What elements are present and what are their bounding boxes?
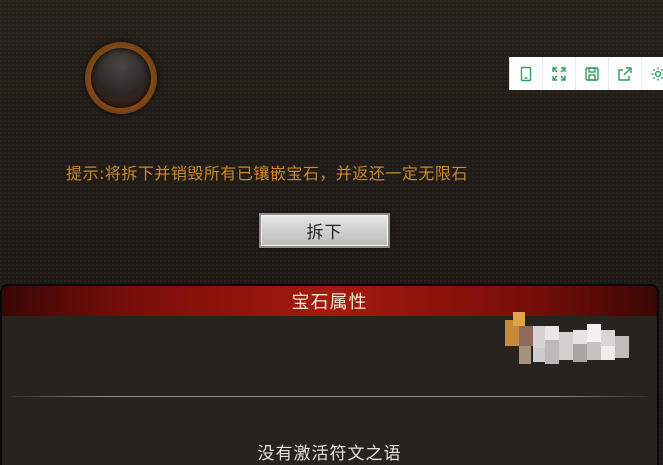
gem-socket-empty (91, 48, 151, 108)
save-icon (585, 66, 599, 81)
share-icon (618, 66, 632, 81)
tablet-icon (520, 66, 532, 81)
tablet-button[interactable] (510, 57, 543, 90)
mosaic-overlay (505, 312, 633, 372)
settings-button[interactable] (642, 57, 663, 90)
gem-socket[interactable] (85, 42, 157, 114)
hint-text: 提示:将拆下并销毁所有已镶嵌宝石，并返还一定无限石 (66, 164, 468, 183)
share-button[interactable] (609, 57, 642, 90)
rune-status-text: 没有激活符文之语 (257, 444, 402, 464)
panel-divider (12, 396, 647, 397)
floating-toolbar (509, 57, 663, 90)
save-button[interactable] (576, 57, 609, 90)
remove-gems-button[interactable]: 拆下 (259, 213, 390, 248)
fullscreen-icon (552, 66, 566, 81)
fullscreen-button[interactable] (543, 57, 576, 90)
settings-icon (651, 67, 663, 80)
